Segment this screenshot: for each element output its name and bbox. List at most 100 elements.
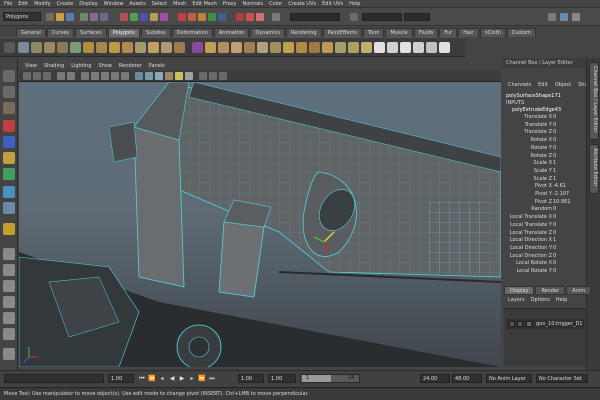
soft-mod-tool-icon[interactable] bbox=[3, 186, 15, 198]
layer-tab-display[interactable]: Display bbox=[504, 286, 535, 295]
channel-attr-row[interactable]: Translate Y0 bbox=[502, 122, 586, 130]
tab-attribute-editor[interactable]: Attribute Editor bbox=[589, 144, 599, 194]
menu-edit[interactable]: Edit bbox=[18, 1, 28, 7]
layer-tab-anim[interactable]: Anim bbox=[566, 286, 592, 295]
menu-assets[interactable]: Assets bbox=[129, 1, 145, 7]
input-mode-icon[interactable] bbox=[350, 13, 358, 21]
shelf-tab-curves[interactable]: Curves bbox=[46, 28, 75, 37]
cylindrical-mapping-icon[interactable] bbox=[387, 42, 398, 53]
mask-vertex-icon[interactable] bbox=[120, 13, 128, 21]
menu-display[interactable]: Display bbox=[79, 1, 97, 7]
channel-attr-value[interactable]: -2.107 bbox=[553, 191, 569, 197]
grid-icon[interactable] bbox=[67, 72, 75, 80]
poly-pyramid-icon[interactable] bbox=[109, 42, 120, 53]
channel-attr-row[interactable]: Scale Z1 bbox=[502, 176, 586, 184]
make-live-icon[interactable] bbox=[218, 13, 226, 21]
poly-helix-icon[interactable] bbox=[135, 42, 146, 53]
lights-icon[interactable] bbox=[175, 72, 183, 80]
show-attribute-editor-icon[interactable] bbox=[560, 13, 568, 21]
channel-menu-object[interactable]: Object bbox=[555, 82, 571, 88]
layout-custom-icon[interactable] bbox=[3, 348, 15, 360]
channel-attr-row[interactable]: Translate Z0 bbox=[502, 129, 586, 137]
mask-face-icon[interactable] bbox=[140, 13, 148, 21]
safe-action-icon[interactable] bbox=[121, 72, 129, 80]
menu-modify[interactable]: Modify bbox=[34, 1, 51, 7]
menu-create[interactable]: Create bbox=[57, 1, 74, 7]
step-back-frame-icon[interactable]: ◂ bbox=[158, 374, 166, 383]
channel-attr-row[interactable]: Local Direction Z0 bbox=[502, 253, 586, 261]
camera-attributes-icon[interactable] bbox=[33, 72, 41, 80]
move-tool-icon[interactable] bbox=[3, 120, 15, 132]
bridge-icon[interactable] bbox=[270, 42, 281, 53]
gate-mask-icon[interactable] bbox=[101, 72, 109, 80]
panel-menu-renderer[interactable]: Renderer bbox=[119, 63, 142, 69]
wireframe-icon[interactable] bbox=[135, 72, 143, 80]
wireframe-on-shaded-icon[interactable] bbox=[155, 72, 163, 80]
shelf-tab-custom[interactable]: Custom bbox=[506, 28, 536, 37]
quick-select-field[interactable] bbox=[290, 13, 340, 21]
channel-attr-value[interactable]: 0 bbox=[553, 230, 556, 236]
channel-attr-row[interactable]: Pivot Z 10.861 bbox=[502, 199, 586, 207]
shelf-tab-toon[interactable]: Toon bbox=[362, 28, 385, 37]
mirror-geometry-icon[interactable] bbox=[244, 42, 255, 53]
channel-attr-value[interactable]: 0 bbox=[553, 222, 556, 228]
poly-prism-icon[interactable] bbox=[96, 42, 107, 53]
layout-single-icon[interactable] bbox=[3, 223, 15, 235]
layer-color-swatch[interactable] bbox=[526, 321, 532, 327]
menu-create-uvs[interactable]: Create UVs bbox=[288, 1, 316, 7]
left-pillar[interactable] bbox=[133, 126, 185, 288]
channel-attr-value[interactable]: 0 bbox=[553, 114, 556, 120]
insert-edge-loop-icon[interactable] bbox=[322, 42, 333, 53]
channel-attr-row[interactable]: Translate X0 bbox=[502, 114, 586, 122]
shelf-tab-painteffects[interactable]: PaintEffects bbox=[322, 28, 362, 37]
layer-tab-render[interactable]: Render bbox=[535, 286, 566, 295]
shelf-tab-animation[interactable]: Animation bbox=[213, 28, 250, 37]
channel-attr-row[interactable]: Local Rotate X0 bbox=[502, 260, 586, 268]
channel-attr-value[interactable]: -4.61 bbox=[553, 183, 566, 189]
channel-attr-row[interactable]: Local Rotate Y0 bbox=[502, 268, 586, 276]
layer-visibility-toggle[interactable] bbox=[509, 321, 515, 327]
channel-attr-value[interactable]: 1 bbox=[553, 168, 556, 174]
channel-attr-value[interactable]: 0 bbox=[553, 253, 556, 259]
channel-attr-value[interactable]: 0 bbox=[553, 129, 556, 135]
channel-menu-channels[interactable]: Channels bbox=[508, 82, 531, 88]
select-tool-icon[interactable] bbox=[3, 70, 15, 82]
layer-menu-help[interactable]: Help bbox=[556, 297, 567, 306]
go-to-end-icon[interactable]: ⏭ bbox=[208, 374, 216, 383]
render-settings-icon[interactable] bbox=[256, 13, 264, 21]
extrude-icon[interactable] bbox=[257, 42, 268, 53]
merge-icon[interactable] bbox=[361, 42, 372, 53]
resolution-gate-icon[interactable] bbox=[91, 72, 99, 80]
poly-cube-icon[interactable] bbox=[31, 42, 42, 53]
shelf-tab-surfaces[interactable]: Surfaces bbox=[75, 28, 107, 37]
separate-icon[interactable] bbox=[161, 42, 172, 53]
menu-edit-mesh[interactable]: Edit Mesh bbox=[192, 1, 216, 7]
trigger-mesh[interactable] bbox=[218, 221, 265, 298]
anim-layer-selector[interactable]: No Anim Layer bbox=[486, 374, 532, 383]
shelf-tab-fluids[interactable]: Fluids bbox=[413, 28, 439, 37]
menu-help[interactable]: Help bbox=[349, 1, 360, 7]
channel-attr-value[interactable]: 0 bbox=[553, 153, 556, 159]
channel-attr-row[interactable]: Pivot X -4.61 bbox=[502, 183, 586, 191]
last-tool-icon[interactable] bbox=[3, 202, 15, 214]
poly-plane-icon[interactable] bbox=[70, 42, 81, 53]
select-object-icon[interactable] bbox=[90, 13, 98, 21]
layout-hypershade-icon[interactable] bbox=[3, 328, 15, 340]
show-channel-box-icon[interactable] bbox=[572, 13, 580, 21]
shelf-tab-fur[interactable]: Fur bbox=[439, 28, 458, 37]
save-scene-icon[interactable] bbox=[66, 13, 74, 21]
channel-attr-value[interactable]: 1 bbox=[553, 237, 556, 243]
step-forward-key-icon[interactable]: ⏩ bbox=[198, 374, 206, 383]
current-frame-field[interactable]: 1.00 bbox=[108, 374, 134, 383]
channel-attr-value[interactable]: 0 bbox=[553, 245, 556, 251]
menu-mesh[interactable]: Mesh bbox=[173, 1, 186, 7]
channel-attr-row[interactable]: Local Direction X1 bbox=[502, 237, 586, 245]
channel-attr-row[interactable]: Rotate Z0 bbox=[502, 153, 586, 161]
shelf-tab-dynamics[interactable]: Dynamics bbox=[250, 28, 286, 37]
planar-mapping-icon[interactable] bbox=[374, 42, 385, 53]
channel-attr-row[interactable]: Rotate Y0 bbox=[502, 145, 586, 153]
panel-menu-panels[interactable]: Panels bbox=[149, 63, 165, 69]
boolean-union-icon[interactable] bbox=[205, 42, 216, 53]
channel-attr-row[interactable]: Rotate X0 bbox=[502, 137, 586, 145]
mask-misc-icon[interactable] bbox=[160, 13, 168, 21]
